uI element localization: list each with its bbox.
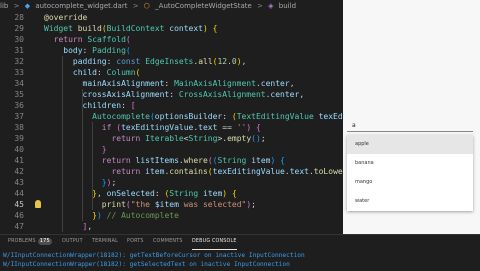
code-line[interactable]: 38 if (texEditingValue.text == '') { [0, 122, 343, 133]
code-line[interactable]: 34 mainAxisAlignment: MainAxisAlignment.… [0, 78, 343, 89]
option-mango[interactable]: mango [347, 173, 473, 192]
code-line[interactable]: 43 }); [0, 177, 343, 188]
code-line[interactable]: 41 return listItems.where((String item) … [0, 155, 343, 166]
code-line[interactable]: 33 child: Column( [0, 67, 343, 78]
line-number: 35 [14, 90, 24, 99]
code-line[interactable]: 36 children: [ [0, 100, 343, 111]
code-line[interactable]: 28 @override [0, 12, 343, 23]
code-line[interactable]: 35 crossAxisAlignment: CrossAxisAlignmen… [0, 89, 343, 100]
line-number: 42 [14, 167, 24, 176]
line-number: 45 [14, 200, 24, 209]
line-number: 43 [14, 178, 24, 187]
breadcrumb-class[interactable]: _AutoCompleteWidgetState [155, 2, 252, 10]
code-line[interactable]: 44 }, onSelected: (String item) { [0, 188, 343, 199]
code-editor[interactable]: lib > ◆ autocomplete_widget.dart > ⬡ _Au… [0, 0, 343, 270]
line-number: 29 [14, 24, 24, 33]
line-number: 31 [14, 46, 24, 55]
code-text: return listItems.where((String item) { [101, 156, 285, 165]
line-number: 40 [14, 145, 24, 154]
code-text: return Iterable<String>.empty(); [111, 134, 266, 143]
tab-terminal[interactable]: TERMINAL [92, 235, 118, 249]
input-underline [347, 131, 473, 132]
line-number: 44 [14, 189, 24, 198]
lightbulb-icon[interactable] [35, 200, 41, 208]
console-log-line: W/IInputConnectionWrapper(18182): getSel… [3, 261, 290, 268]
option-label: banana [355, 160, 374, 166]
breadcrumb-lib[interactable]: lib [0, 2, 8, 10]
code-text: mainAxisAlignment: MainAxisAlignment.cen… [82, 79, 295, 88]
code-line[interactable]: 42 return item.contains(texEditingValue.… [0, 166, 343, 177]
problems-count-badge: 175 [37, 238, 52, 245]
breadcrumb-separator: > [132, 2, 139, 10]
line-number: 30 [14, 35, 24, 44]
tab-problems-label: PROBLEMS [8, 239, 36, 244]
bottom-panel: PROBLEMS 175 OUTPUT TERMINAL PORTS COMMEN… [0, 234, 480, 271]
line-number: 33 [14, 68, 24, 77]
code-line[interactable]: 45 print("the $item was selected"); [0, 199, 343, 210]
line-number: 28 [14, 13, 24, 22]
line-number: 37 [14, 112, 24, 121]
tab-ports[interactable]: PORTS [127, 235, 144, 249]
tab-problems[interactable]: PROBLEMS 175 [8, 235, 52, 249]
breadcrumb-separator: > [13, 2, 20, 10]
code-text: return Scaffold( [53, 35, 131, 44]
code-line[interactable]: 47 ], [0, 221, 343, 232]
autocomplete-input[interactable]: a [352, 122, 356, 129]
option-apple[interactable]: apple [347, 135, 473, 154]
option-label: water [355, 198, 370, 204]
method-icon: ◈ [268, 2, 274, 10]
code-line[interactable]: 40 } [0, 144, 343, 155]
breadcrumb-separator: > [257, 2, 263, 10]
code-text: crossAxisAlignment: CrossAxisAlignment.c… [82, 90, 305, 99]
code-text: }) // Autocomplete [92, 211, 179, 220]
code-text: }, onSelected: (String item) { [92, 189, 237, 198]
autocomplete-options-menu: apple banana mango water [347, 135, 473, 211]
code-line[interactable]: 39 return Iterable<String>.empty(); [0, 133, 343, 144]
line-number: 36 [14, 101, 24, 110]
code-line[interactable]: 32 padding: const EdgeInsets.all(12.0), [0, 56, 343, 67]
code-line[interactable]: 37 Autocomplete(optionsBuilder: (TextEdi… [0, 111, 343, 122]
tab-output[interactable]: OUTPUT [62, 235, 83, 249]
breadcrumb-file[interactable]: autocomplete_widget.dart [35, 2, 127, 10]
code-text: return item.contains(texEditingValue.tex… [111, 167, 343, 176]
line-number: 34 [14, 79, 24, 88]
code-text: Widget build(BuildContext context) { [44, 24, 218, 33]
line-number: 38 [14, 123, 24, 132]
code-area[interactable]: 28 @override 29 Widget build(BuildContext c… [0, 12, 343, 234]
breadcrumb-method[interactable]: build [279, 2, 296, 10]
option-label: apple [355, 141, 369, 147]
line-number: 32 [14, 57, 24, 66]
tab-debug-console[interactable]: DEBUG CONSOLE [192, 235, 237, 250]
line-number: 41 [14, 156, 24, 165]
tab-comments[interactable]: COMMENTS [153, 235, 183, 249]
code-text: padding: const EdgeInsets.all(12.0), [72, 57, 247, 66]
code-line[interactable]: 31 body: Padding( [0, 45, 343, 56]
panel-tabs: PROBLEMS 175 OUTPUT TERMINAL PORTS COMMEN… [0, 235, 480, 250]
code-text: print("the $item was selected"); [101, 200, 256, 209]
code-line[interactable]: 29 Widget build(BuildContext context) { [0, 23, 343, 34]
line-number: 47 [14, 222, 24, 231]
code-text: ], [82, 222, 93, 231]
code-text: Autocomplete(optionsBuilder: (TextEditin… [92, 112, 343, 121]
code-text: child: Column( [72, 68, 141, 77]
option-banana[interactable]: banana [347, 154, 473, 173]
code-text: } [101, 145, 107, 154]
code-line[interactable]: 46 }) // Autocomplete [0, 210, 343, 221]
line-number: 46 [14, 211, 24, 220]
breadcrumb: lib > ◆ autocomplete_widget.dart > ⬡ _Au… [0, 0, 343, 12]
line-number: 39 [14, 134, 24, 143]
code-line[interactable]: 30 return Scaffold( [0, 34, 343, 45]
code-text: body: Padding( [63, 46, 131, 55]
class-icon: ⬡ [143, 2, 150, 10]
code-text: if (texEditingValue.text == '') { [101, 123, 261, 132]
console-log-line: W/IInputConnectionWrapper(18182): getTex… [3, 252, 305, 259]
option-water[interactable]: water [347, 192, 473, 211]
code-text: }); [101, 178, 117, 187]
code-text: children: [ [82, 101, 136, 110]
option-label: mango [355, 179, 373, 185]
code-text: @override [44, 13, 88, 22]
dart-file-icon: ◆ [24, 2, 31, 10]
